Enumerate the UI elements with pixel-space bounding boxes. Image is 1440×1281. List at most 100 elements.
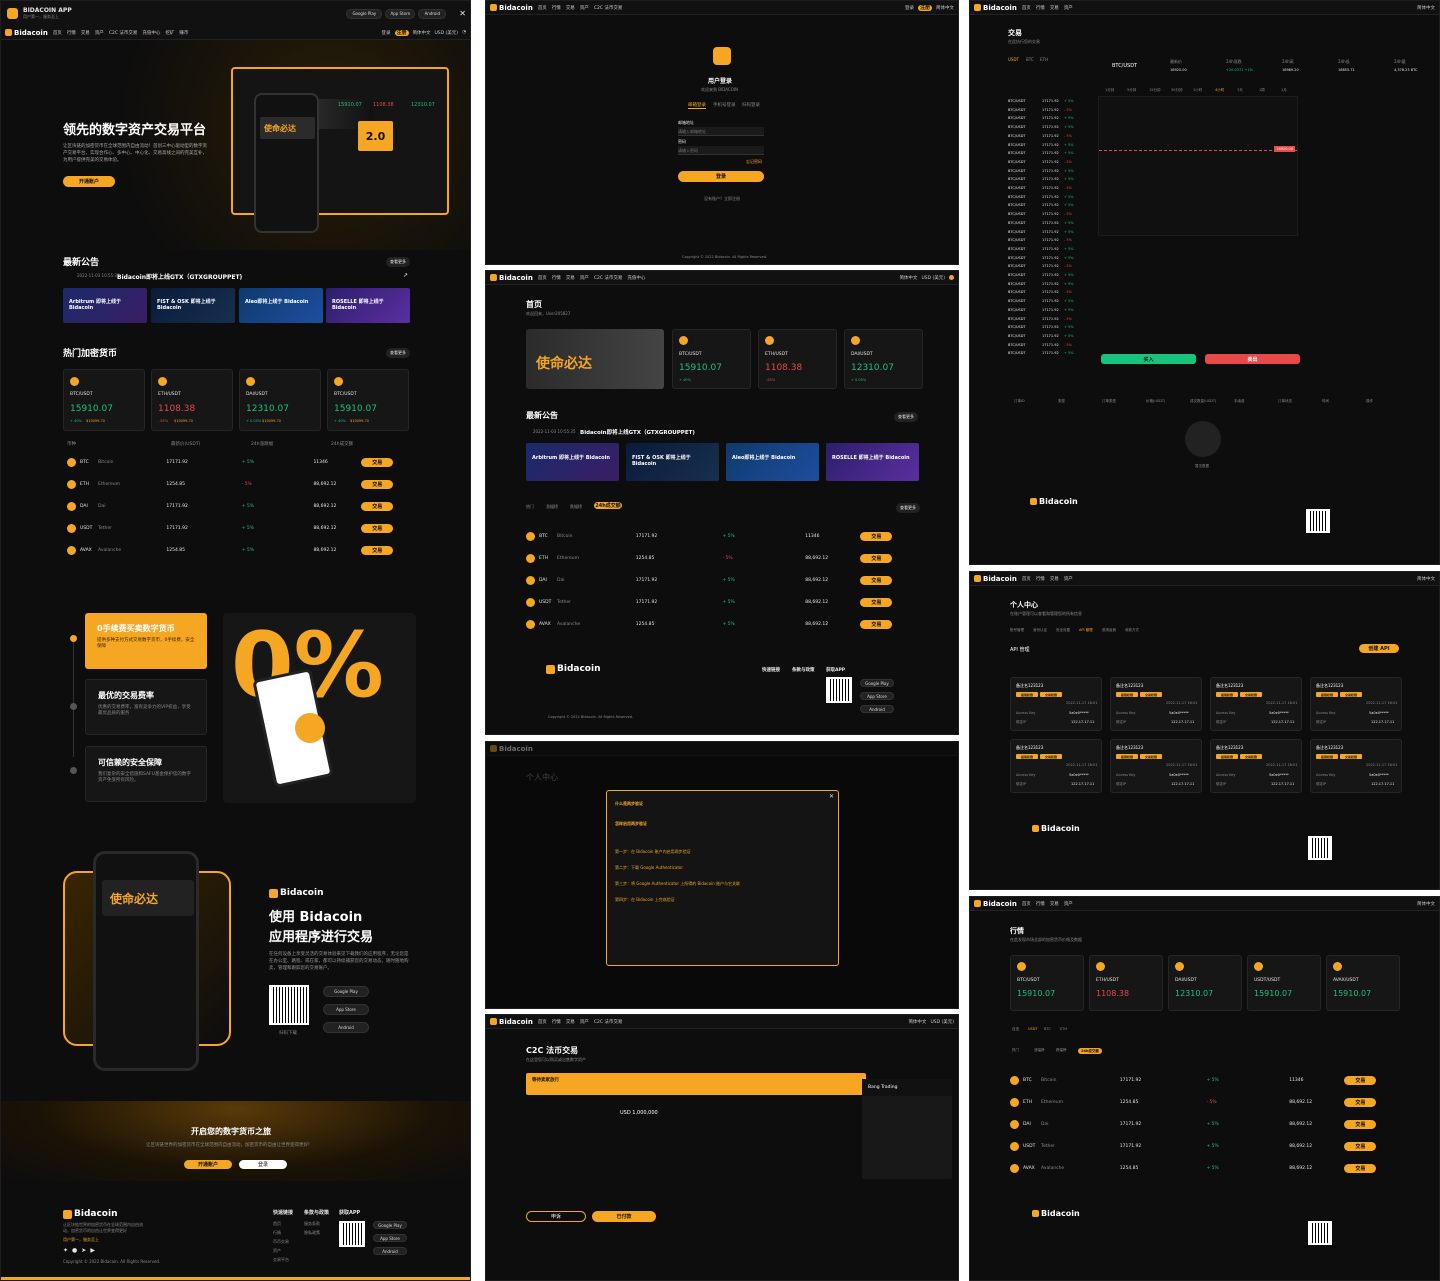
nav-item[interactable]: 行情 bbox=[552, 275, 561, 281]
table-row[interactable]: USDT Tether 17171.92 + 5% 88,692.12 交易 bbox=[1010, 1141, 1404, 1151]
trade-button[interactable]: 交易 bbox=[860, 597, 893, 607]
twitter-icon[interactable]: ✦ bbox=[63, 1247, 68, 1254]
trade-button[interactable]: 交易 bbox=[1344, 1097, 1377, 1107]
trade-button[interactable]: 交易 bbox=[1344, 1119, 1377, 1129]
feature-card-security[interactable]: 可信赖的安全保障 我们复杂的安全措施和SAFU基金保护您的数字资产免受所有风险。 bbox=[85, 746, 207, 802]
pair-list-row[interactable]: BTC/USDT 17171.92 + 5% bbox=[1008, 334, 1078, 338]
trade-button[interactable]: 交易 bbox=[1344, 1075, 1377, 1085]
language-select[interactable]: 简体中文 bbox=[1417, 901, 1435, 907]
language-select[interactable]: 简体中文 bbox=[936, 5, 954, 11]
market-seg-tab[interactable]: 自选 bbox=[1012, 1027, 1019, 1032]
nav-item[interactable]: 资产 bbox=[580, 5, 589, 11]
register-button[interactable]: 注册 bbox=[394, 29, 409, 36]
home-coin-card[interactable]: BTC/USDT 15910.07 + 40% bbox=[672, 329, 751, 389]
pair-list-row[interactable]: BTC/USDT 17171.92 + 5% bbox=[1008, 282, 1078, 286]
nav-item[interactable]: 资产 bbox=[580, 275, 589, 281]
trade-button[interactable]: 交易 bbox=[860, 619, 893, 629]
forgot-password-link[interactable]: 忘记密码 bbox=[746, 159, 762, 165]
market-filter-tab[interactable]: 24h成交额 bbox=[1078, 1048, 1102, 1054]
google-play-button[interactable]: Google Play bbox=[346, 8, 383, 19]
nav-item[interactable]: C2C 法币交易 bbox=[594, 1019, 623, 1025]
nav-item-market[interactable]: 行情 bbox=[67, 30, 76, 36]
market-coin-card[interactable]: USDT/USDT 15910.07 bbox=[1247, 955, 1321, 1011]
nav-item[interactable]: 首页 bbox=[538, 1019, 547, 1025]
feature-card-zero-fee[interactable]: 0手续费买卖数字货币 提供多种支付方式交易数字货币，0手续费，安全保障 bbox=[85, 613, 207, 669]
hot-coin-card[interactable]: DAI/USDT 12310.07 + 0.05% $15099.70 bbox=[239, 369, 321, 431]
trade-button[interactable]: 交易 bbox=[860, 553, 893, 563]
pair-list-row[interactable]: BTC/USDT 17171.92 + 5% bbox=[1008, 351, 1078, 355]
market-tab-btc[interactable]: BTC bbox=[1026, 57, 1034, 62]
journey-open-account-button[interactable]: 开通账户 bbox=[184, 1160, 232, 1169]
api-key-card[interactable]: 备注名123123 提现权限 交易权限 2022-11-17 16:01 Access … bbox=[1210, 677, 1302, 731]
table-row[interactable]: ETH Ethereum 1254.85 - 5% 88,692.12 交易 bbox=[526, 553, 920, 563]
language-select[interactable]: 简体中文 bbox=[908, 1019, 926, 1025]
interval-tab[interactable]: 1月 bbox=[1281, 88, 1287, 93]
trade-button[interactable]: 交易 bbox=[1344, 1141, 1377, 1151]
table-row[interactable]: DAI Dai 17171.92 + 5% 88,692.12 交易 bbox=[526, 575, 920, 585]
login-submit-button[interactable]: 登录 bbox=[678, 171, 764, 182]
buy-button[interactable]: 买入 bbox=[1101, 354, 1196, 364]
table-row[interactable]: AVAX Avalanche 1254.85 + 5% 88,692.12 交易 bbox=[1010, 1163, 1404, 1173]
tab-volume[interactable]: 24h成交额 bbox=[594, 502, 622, 509]
google-play-button[interactable]: Google Play bbox=[373, 1221, 407, 1229]
pair-list-row[interactable]: BTC/USDT 17171.92 + 5% bbox=[1008, 99, 1078, 103]
nav-item[interactable]: 充值中心 bbox=[627, 275, 645, 281]
interval-tab[interactable]: 1小时 bbox=[1193, 88, 1202, 93]
android-button[interactable]: Android bbox=[323, 1022, 369, 1033]
hot-coin-card[interactable]: ETH/USDT 1108.38 - 85% $15099.70 bbox=[151, 369, 233, 431]
nav-item[interactable]: 资产 bbox=[1064, 901, 1073, 907]
pair-list-row[interactable]: BTC/USDT 17171.92 + 5% bbox=[1008, 143, 1078, 147]
nav-item[interactable]: 行情 bbox=[552, 5, 561, 11]
tab-gainers[interactable]: 涨幅榜 bbox=[546, 504, 558, 510]
feature-card-fee[interactable]: 最优的交易费率 优惠的交易费率，富有竞争力的VIP权益，享受最优品质的服务 bbox=[85, 679, 207, 735]
pair-list-row[interactable]: BTC/USDT 17171.92 + 5% bbox=[1008, 308, 1078, 312]
tab-email-login[interactable]: 邮箱登录 bbox=[688, 102, 706, 109]
market-seg-tab[interactable]: USDT bbox=[1028, 1027, 1038, 1031]
close-icon[interactable]: ✕ bbox=[459, 9, 466, 18]
language-select[interactable]: 简体中文 bbox=[1417, 5, 1435, 11]
announcements-more-button[interactable]: 查看更多 bbox=[894, 412, 918, 422]
pair-list-row[interactable]: BTC/USDT 17171.92 + 5% bbox=[1008, 195, 1078, 199]
nav-item-assets[interactable]: 资产 bbox=[95, 30, 104, 36]
table-row[interactable]: DAI Dai 17171.92 + 5% 88,692.12 交易 bbox=[1010, 1119, 1404, 1129]
table-row[interactable]: ETH Ethereum 1254.85 - 5% 88,692.12 交易 bbox=[1010, 1097, 1404, 1107]
api-key-card[interactable]: 备注名123123 提现权限 交易权限 2022-11-17 16:01 Access … bbox=[1310, 677, 1402, 731]
signup-link[interactable]: 没有账户？立即注册 bbox=[704, 196, 740, 202]
nav-item[interactable]: 首页 bbox=[538, 275, 547, 281]
android-button[interactable]: Android bbox=[373, 1247, 407, 1255]
market-coin-card[interactable]: ETH/USDT 1108.38 bbox=[1089, 955, 1163, 1011]
tab-losers[interactable]: 跌幅榜 bbox=[570, 504, 582, 510]
pair-list-row[interactable]: BTC/USDT 17171.92 - 5% bbox=[1008, 238, 1078, 242]
tab-hot[interactable]: 热门 bbox=[526, 504, 534, 510]
nav-item[interactable]: C2C 法币交易 bbox=[594, 275, 623, 281]
currency-select[interactable]: USD (美元) bbox=[921, 275, 945, 281]
google-play-button[interactable]: Google Play bbox=[860, 679, 894, 687]
trade-button[interactable]: 交易 bbox=[361, 479, 394, 489]
nav-item-c2c[interactable]: C2C 法币交易 bbox=[109, 30, 138, 36]
pair-list-row[interactable]: BTC/USDT 17171.92 + 5% bbox=[1008, 299, 1078, 303]
pair-list-row[interactable]: BTC/USDT 17171.92 - 5% bbox=[1008, 186, 1078, 190]
trade-button[interactable]: 交易 bbox=[361, 501, 394, 511]
announcement-text[interactable]: Bidacoin即将上线GTX（GTXGROUPPET) bbox=[117, 272, 242, 281]
announcements-more-button[interactable]: 查看更多 bbox=[386, 257, 410, 267]
nav-item[interactable]: 资产 bbox=[1064, 5, 1073, 11]
announce-banner-1[interactable]: Arbitrum 即将上线于 Bidacoin bbox=[526, 443, 619, 481]
hero-open-account-button[interactable]: 开通账户 bbox=[63, 176, 115, 187]
interval-tab[interactable]: 15分钟 bbox=[1149, 88, 1160, 93]
currency-select[interactable]: USD (美元) bbox=[930, 1019, 954, 1025]
language-select[interactable]: 简体中文 bbox=[899, 275, 917, 281]
api-key-card[interactable]: 备注名123123 提现权限 交易权限 2022-11-17 16:01 Access … bbox=[1010, 677, 1102, 731]
pair-list-row[interactable]: BTC/USDT 17171.92 + 5% bbox=[1008, 151, 1078, 155]
nav-item-trade[interactable]: 交易 bbox=[81, 30, 90, 36]
announcement-text[interactable]: Bidacoin即将上线GTX（GTXGROUPPET) bbox=[580, 428, 695, 436]
app-store-button[interactable]: App Store bbox=[373, 1234, 407, 1242]
pair-list-row[interactable]: BTC/USDT 17171.92 - 5% bbox=[1008, 264, 1078, 268]
pair-list-row[interactable]: BTC/USDT 17171.92 + 5% bbox=[1008, 256, 1078, 260]
app-store-button[interactable]: App Store bbox=[385, 8, 416, 19]
nav-item[interactable]: 资产 bbox=[1064, 576, 1073, 582]
interval-tab[interactable]: 1分钟 bbox=[1105, 88, 1114, 93]
profile-tab[interactable]: 收款方式 bbox=[1125, 628, 1139, 633]
pair-list-row[interactable]: BTC/USDT 17171.92 + 5% bbox=[1008, 116, 1078, 120]
nav-item-deposit[interactable]: 充值中心 bbox=[142, 30, 160, 36]
nav-logo[interactable]: Bidacoin bbox=[5, 29, 48, 37]
